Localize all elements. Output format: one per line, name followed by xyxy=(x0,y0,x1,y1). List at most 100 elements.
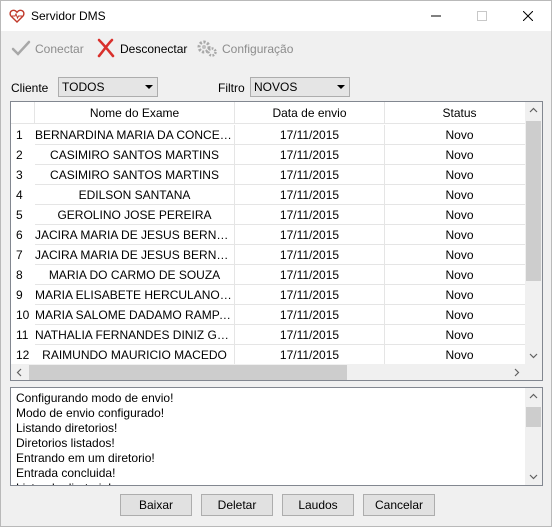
minimize-icon xyxy=(431,15,441,17)
cell-send-date: 17/11/2015 xyxy=(235,185,385,205)
log-vertical-scrollbar[interactable] xyxy=(525,388,542,485)
disconnect-button[interactable]: Desconectar xyxy=(96,35,187,63)
cell-status: Novo xyxy=(385,225,525,245)
scroll-up-icon xyxy=(529,107,538,113)
download-button[interactable]: Baixar xyxy=(120,494,192,516)
delete-button[interactable]: Deletar xyxy=(201,494,273,516)
table-row[interactable]: 4 EDILSON SANTANA 17/11/2015 Novo xyxy=(11,185,525,205)
cell-send-date: 17/11/2015 xyxy=(235,225,385,245)
cell-send-date: 17/11/2015 xyxy=(235,345,385,364)
disconnect-x-icon xyxy=(96,38,116,61)
minimize-button[interactable] xyxy=(413,1,459,31)
grid-vertical-scrollbar[interactable] xyxy=(525,102,542,364)
log-vertical-thumb[interactable] xyxy=(526,407,541,427)
log-line: Entrando em um diretorio! xyxy=(16,451,155,465)
cell-send-date: 17/11/2015 xyxy=(235,245,385,265)
cell-exam-name: MARIA ELISABETE HERCULANO DOS ... xyxy=(35,285,235,305)
log-line: Listando diretorio! xyxy=(16,481,521,485)
log-line: Modo de envio configurado! xyxy=(16,406,165,420)
cell-exam-name: MARIA DO CARMO DE SOUZA xyxy=(35,265,235,285)
cell-status: Novo xyxy=(385,325,525,345)
maximize-button[interactable] xyxy=(459,1,505,31)
grid-horizontal-scrollbar[interactable] xyxy=(11,364,525,380)
cell-send-date: 17/11/2015 xyxy=(235,285,385,305)
client-label: Cliente xyxy=(11,81,49,95)
table-row[interactable]: 3 CASIMIRO SANTOS MARTINS 17/11/2015 Novo xyxy=(11,165,525,185)
cell-exam-name: RAIMUNDO MAURICIO MACEDO xyxy=(35,345,235,364)
cell-exam-name: GEROLINO JOSE PEREIRA xyxy=(35,205,235,225)
window-title: Servidor DMS xyxy=(31,9,106,23)
scroll-left-icon xyxy=(16,368,22,377)
cell-status: Novo xyxy=(385,285,525,305)
table-row[interactable]: 5 GEROLINO JOSE PEREIRA 17/11/2015 Novo xyxy=(11,205,525,225)
cell-status: Novo xyxy=(385,305,525,325)
table-row[interactable]: 10 MARIA SALOME DADAMO RAMPASSO 17/11/2015… xyxy=(11,305,525,325)
filter-bar: Cliente TODOS Filtro NOVOS xyxy=(1,73,551,97)
column-header-status[interactable]: Status xyxy=(385,102,525,124)
row-number: 5 xyxy=(16,208,23,222)
toolbar: Conectar Desconectar Configuração xyxy=(1,31,551,67)
row-number: 1 xyxy=(16,128,23,142)
cell-exam-name: NATHALIA FERNANDES DINIZ GALLEO... xyxy=(35,325,235,345)
close-button[interactable] xyxy=(505,1,551,31)
grid-horizontal-thumb[interactable] xyxy=(29,365,347,380)
cell-exam-name: MARIA SALOME DADAMO RAMPASSO xyxy=(35,305,235,325)
row-number: 12 xyxy=(16,348,30,362)
chevron-down-icon xyxy=(145,85,153,89)
row-number: 8 xyxy=(16,268,23,282)
filter-select[interactable]: NOVOS xyxy=(250,77,350,97)
row-number: 2 xyxy=(16,148,23,162)
configuration-button[interactable]: Configuração xyxy=(196,35,293,63)
client-select-value: TODOS xyxy=(62,80,105,94)
configuration-label: Configuração xyxy=(222,42,294,56)
exams-grid: Nome do Exame Data de envio Status 1 BERN… xyxy=(10,101,543,381)
table-row[interactable]: 6 JACIRA MARIA DE JESUS BERNARDES17/11/20… xyxy=(11,225,525,245)
cell-status: Novo xyxy=(385,345,525,364)
cell-status: Novo xyxy=(385,125,525,145)
row-number: 9 xyxy=(16,288,23,302)
cell-send-date: 17/11/2015 xyxy=(235,205,385,225)
cell-exam-name: CASIMIRO SANTOS MARTINS xyxy=(35,165,235,185)
table-row[interactable]: 11 NATHALIA FERNANDES DINIZ GALLEO...17/1… xyxy=(11,325,525,345)
heart-pulse-icon xyxy=(9,8,25,24)
cell-status: Novo xyxy=(385,265,525,285)
app-window: Servidor DMS Conectar Desconectar Config… xyxy=(0,0,552,527)
cell-send-date: 17/11/2015 xyxy=(235,125,385,145)
scroll-down-icon xyxy=(529,353,538,359)
reports-button[interactable]: Laudos xyxy=(282,494,354,516)
log-panel: Configurando modo de envio! Modo de envio… xyxy=(10,387,543,486)
table-row[interactable]: 2 CASIMIRO SANTOS MARTINS 17/11/2015 Novo xyxy=(11,145,525,165)
connect-label: Conectar xyxy=(35,42,84,56)
column-header-name[interactable]: Nome do Exame xyxy=(35,102,235,124)
cell-send-date: 17/11/2015 xyxy=(235,325,385,345)
column-header-date[interactable]: Data de envio xyxy=(235,102,385,124)
cell-exam-name: CASIMIRO SANTOS MARTINS xyxy=(35,145,235,165)
cell-send-date: 17/11/2015 xyxy=(235,305,385,325)
scroll-down-icon xyxy=(529,474,538,480)
client-select[interactable]: TODOS xyxy=(58,77,158,97)
table-row[interactable]: 12 RAIMUNDO MAURICIO MACEDO 17/11/2015 Novo xyxy=(11,345,525,364)
table-row[interactable]: 7 JACIRA MARIA DE JESUS BERNARDES17/11/20… xyxy=(11,245,525,265)
cell-status: Novo xyxy=(385,205,525,225)
connect-button[interactable]: Conectar xyxy=(11,35,84,63)
table-row[interactable]: 1 BERNARDINA MARIA DA CONCEICAO 17/11/2015… xyxy=(11,125,525,145)
cell-status: Novo xyxy=(385,145,525,165)
log-line: Configurando modo de envio! xyxy=(16,391,174,405)
cell-send-date: 17/11/2015 xyxy=(235,145,385,165)
table-row[interactable]: 9 MARIA ELISABETE HERCULANO DOS ...17/11/… xyxy=(11,285,525,305)
row-number: 3 xyxy=(16,168,23,182)
checkmark-icon xyxy=(11,39,31,60)
table-row[interactable]: 8 MARIA DO CARMO DE SOUZA 17/11/2015 Novo xyxy=(11,265,525,285)
log-line: Entrada concluida! xyxy=(16,466,116,480)
filter-label: Filtro xyxy=(218,81,245,95)
cell-status: Novo xyxy=(385,245,525,265)
log-line: Listando diretorios! xyxy=(16,421,118,435)
scroll-right-icon xyxy=(514,368,520,377)
title-bar: Servidor DMS xyxy=(1,1,551,31)
maximize-icon xyxy=(477,11,487,21)
cell-send-date: 17/11/2015 xyxy=(235,265,385,285)
cancel-button[interactable]: Cancelar xyxy=(363,494,435,516)
grid-vertical-thumb[interactable] xyxy=(526,121,541,281)
filter-select-value: NOVOS xyxy=(254,80,298,94)
cell-exam-name: JACIRA MARIA DE JESUS BERNARDES xyxy=(35,245,235,265)
